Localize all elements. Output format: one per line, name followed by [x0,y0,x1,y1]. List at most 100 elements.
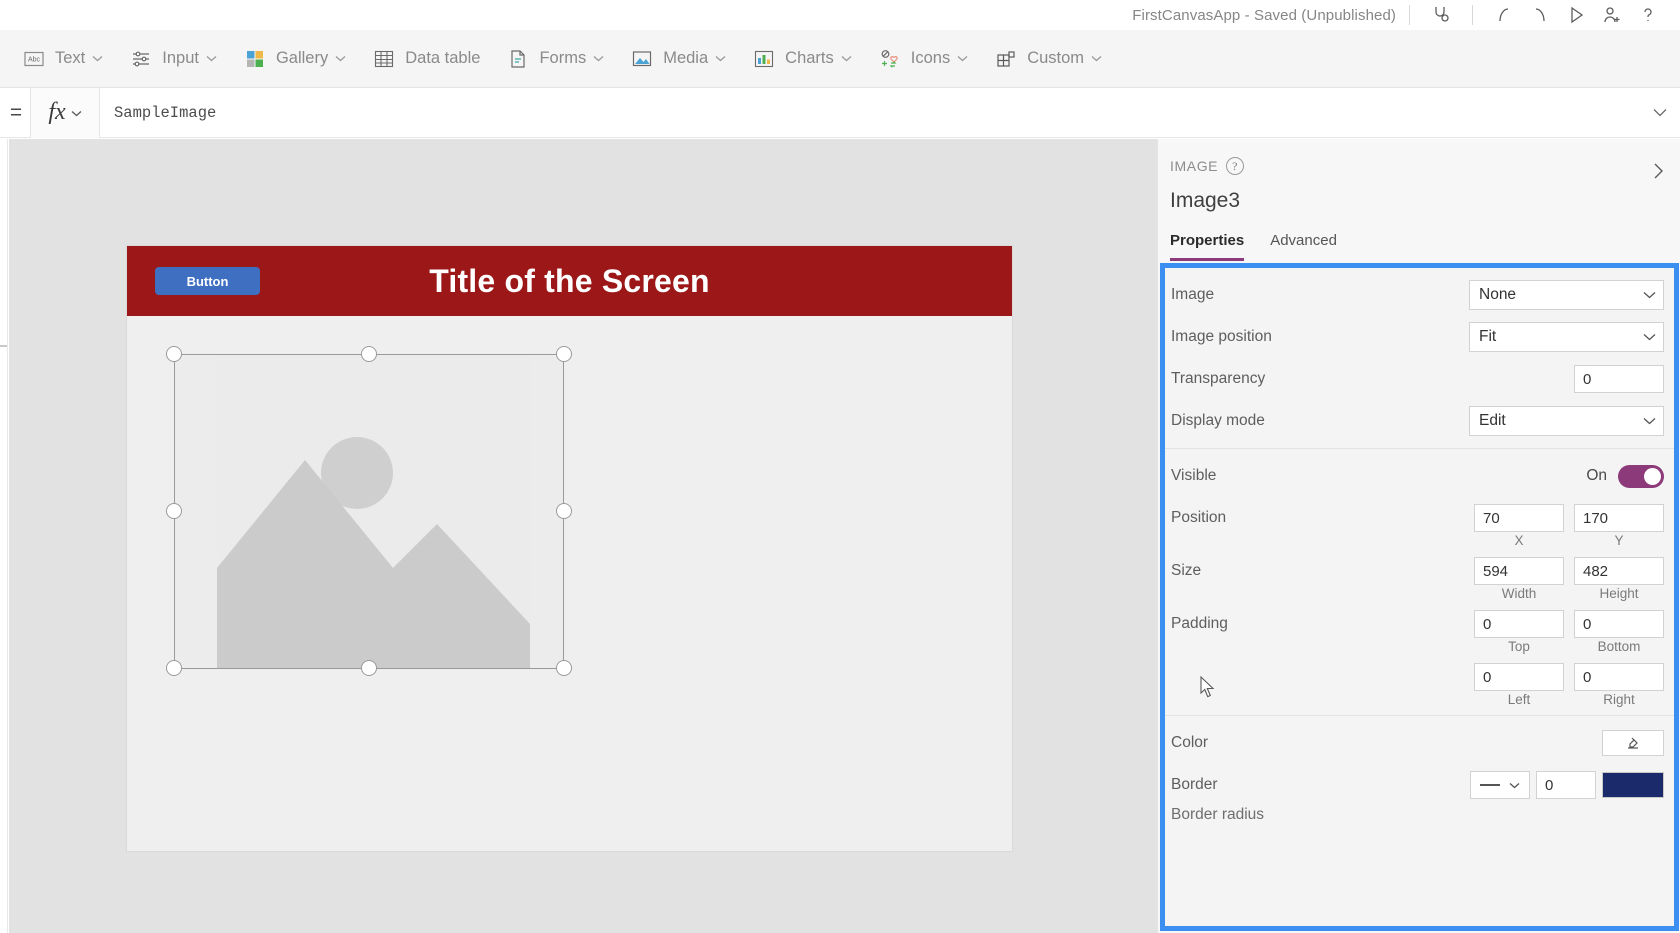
input-sliders-icon [129,47,153,71]
redo-icon[interactable] [1522,1,1558,29]
row-border: Border 0 [1165,764,1674,806]
label-visible: Visible [1171,467,1217,484]
ribbon-item-data-table[interactable]: Data table [364,39,488,79]
size-width-input[interactable]: 594 [1474,557,1564,585]
transparency-input[interactable]: 0 [1574,365,1664,393]
border-width-input[interactable]: 0 [1536,771,1596,799]
ribbon-item-icons[interactable]: Icons [870,39,976,79]
padding-right-input[interactable]: 0 [1574,663,1664,691]
image-position-select[interactable]: Fit [1469,322,1664,352]
insert-ribbon: Abc Text Input Gallery Data table Forms … [0,30,1680,88]
resize-handle-top-right[interactable] [556,346,572,362]
app-screen[interactable]: Button Title of the Screen [127,246,1012,851]
svg-text:Abc: Abc [28,56,41,63]
image-placeholder-art [217,355,530,668]
powerapps-studio: FirstCanvasApp - Saved (Unpublished) Abc… [0,0,1680,933]
properties-panel: IMAGE ? Image3 Properties Advanced Image… [1157,139,1680,933]
ribbon-item-media[interactable]: Media [622,39,734,79]
resize-handle-bottom-right[interactable] [556,660,572,676]
panel-tabs: Properties Advanced [1170,232,1337,261]
ribbon-item-custom[interactable]: Custom [986,39,1110,79]
row-image: Image None [1165,274,1674,316]
ribbon-label: Data table [405,49,481,67]
size-sublabels: Width Height [1165,586,1674,603]
chevron-down-icon [71,104,82,122]
share-icon[interactable] [1594,1,1630,29]
ribbon-item-forms[interactable]: Forms [498,39,612,79]
help-icon[interactable]: ? [1226,157,1245,175]
color-picker-button[interactable] [1602,730,1664,756]
border-style-select[interactable] [1470,771,1530,799]
chevron-down-icon [715,55,726,62]
formula-input[interactable]: SampleImage [100,88,1640,138]
chevron-down-icon [335,55,346,62]
play-preview-icon[interactable] [1558,1,1594,29]
formula-bar: = fx SampleImage [0,87,1680,138]
ribbon-item-text[interactable]: Abc Text [14,39,111,79]
image-select[interactable]: None [1469,280,1664,310]
position-sublabels: X Y [1165,533,1674,550]
ribbon-item-gallery[interactable]: Gallery [235,39,354,79]
section-appearance: Color Border 0 Border radius [1165,715,1674,834]
canvas-area[interactable]: Button Title of the Screen [9,139,1157,933]
padding-tb-sublabels: Top Bottom [1165,639,1674,656]
screen-header[interactable]: Button Title of the Screen [127,246,1012,316]
resize-handle-middle-left[interactable] [166,503,182,519]
border-style-dash-icon [1479,784,1500,786]
row-display-mode: Display mode Edit [1165,400,1674,442]
row-transparency: Transparency 0 [1165,358,1674,400]
visible-toggle-group[interactable]: On [1586,464,1664,488]
label-image-position: Image position [1171,328,1272,345]
undo-icon[interactable] [1486,1,1522,29]
padding-bottom-input[interactable]: 0 [1574,610,1664,638]
position-inputs: 70 170 [1474,504,1664,532]
resize-handle-top-left[interactable] [166,346,182,362]
image-control-selected[interactable] [166,346,572,676]
formula-expand-icon[interactable] [1640,88,1680,138]
visible-toggle[interactable] [1618,464,1664,488]
resize-handle-bottom-left[interactable] [166,660,182,676]
app-title: FirstCanvasApp - Saved (Unpublished) [1132,6,1396,24]
help-icon[interactable] [1630,1,1666,29]
forms-icon [506,47,530,71]
resize-handle-bottom-center[interactable] [361,660,377,676]
sublabel-left: Left [1507,692,1531,707]
resize-handle-middle-right[interactable] [556,503,572,519]
label-border-radius: Border radius [1171,806,1265,823]
row-visible: Visible On [1165,455,1674,497]
chevron-down-icon [1091,55,1102,62]
padding-left-input[interactable]: 0 [1474,663,1564,691]
left-rail [0,139,8,933]
ribbon-label: Input [162,49,199,67]
position-y-input[interactable]: 170 [1574,504,1664,532]
ribbon-label: Gallery [275,49,329,67]
properties-list: Image None Image position Fit Transparen… [1165,268,1674,926]
padding-left-right-inputs: 0 0 [1474,663,1664,691]
screen-title-label: Title of the Screen [429,262,710,299]
panel-kicker-label: IMAGE [1170,158,1219,174]
padding-top-input[interactable]: 0 [1474,610,1564,638]
tab-advanced[interactable]: Advanced [1270,232,1337,261]
position-x-input[interactable]: 70 [1474,504,1564,532]
size-height-input[interactable]: 482 [1574,557,1664,585]
title-bar: FirstCanvasApp - Saved (Unpublished) [0,0,1680,30]
media-image-icon [630,47,654,71]
ribbon-item-charts[interactable]: Charts [744,39,860,79]
border-color-swatch[interactable] [1602,772,1664,798]
collapse-panel-icon[interactable] [1652,161,1665,181]
label-image: Image [1171,286,1215,303]
tab-properties[interactable]: Properties [1170,232,1245,261]
label-border: Border [1171,776,1218,793]
ribbon-label: Icons [910,49,951,67]
display-mode-select[interactable]: Edit [1469,406,1664,436]
ribbon-label: Text [55,49,86,67]
custom-blocks-icon [994,47,1018,71]
section-layout: Visible On Position 70 170 X Y Size 594 … [1165,448,1674,715]
data-table-icon [372,47,396,71]
panel-header: IMAGE ? Image3 [1158,139,1680,212]
ribbon-item-input[interactable]: Input [121,39,225,79]
fx-property-selector[interactable]: fx [30,87,100,138]
sublabel-bottom: Bottom [1597,639,1641,654]
health-check-icon[interactable] [1423,1,1459,29]
resize-handle-top-center[interactable] [361,346,377,362]
